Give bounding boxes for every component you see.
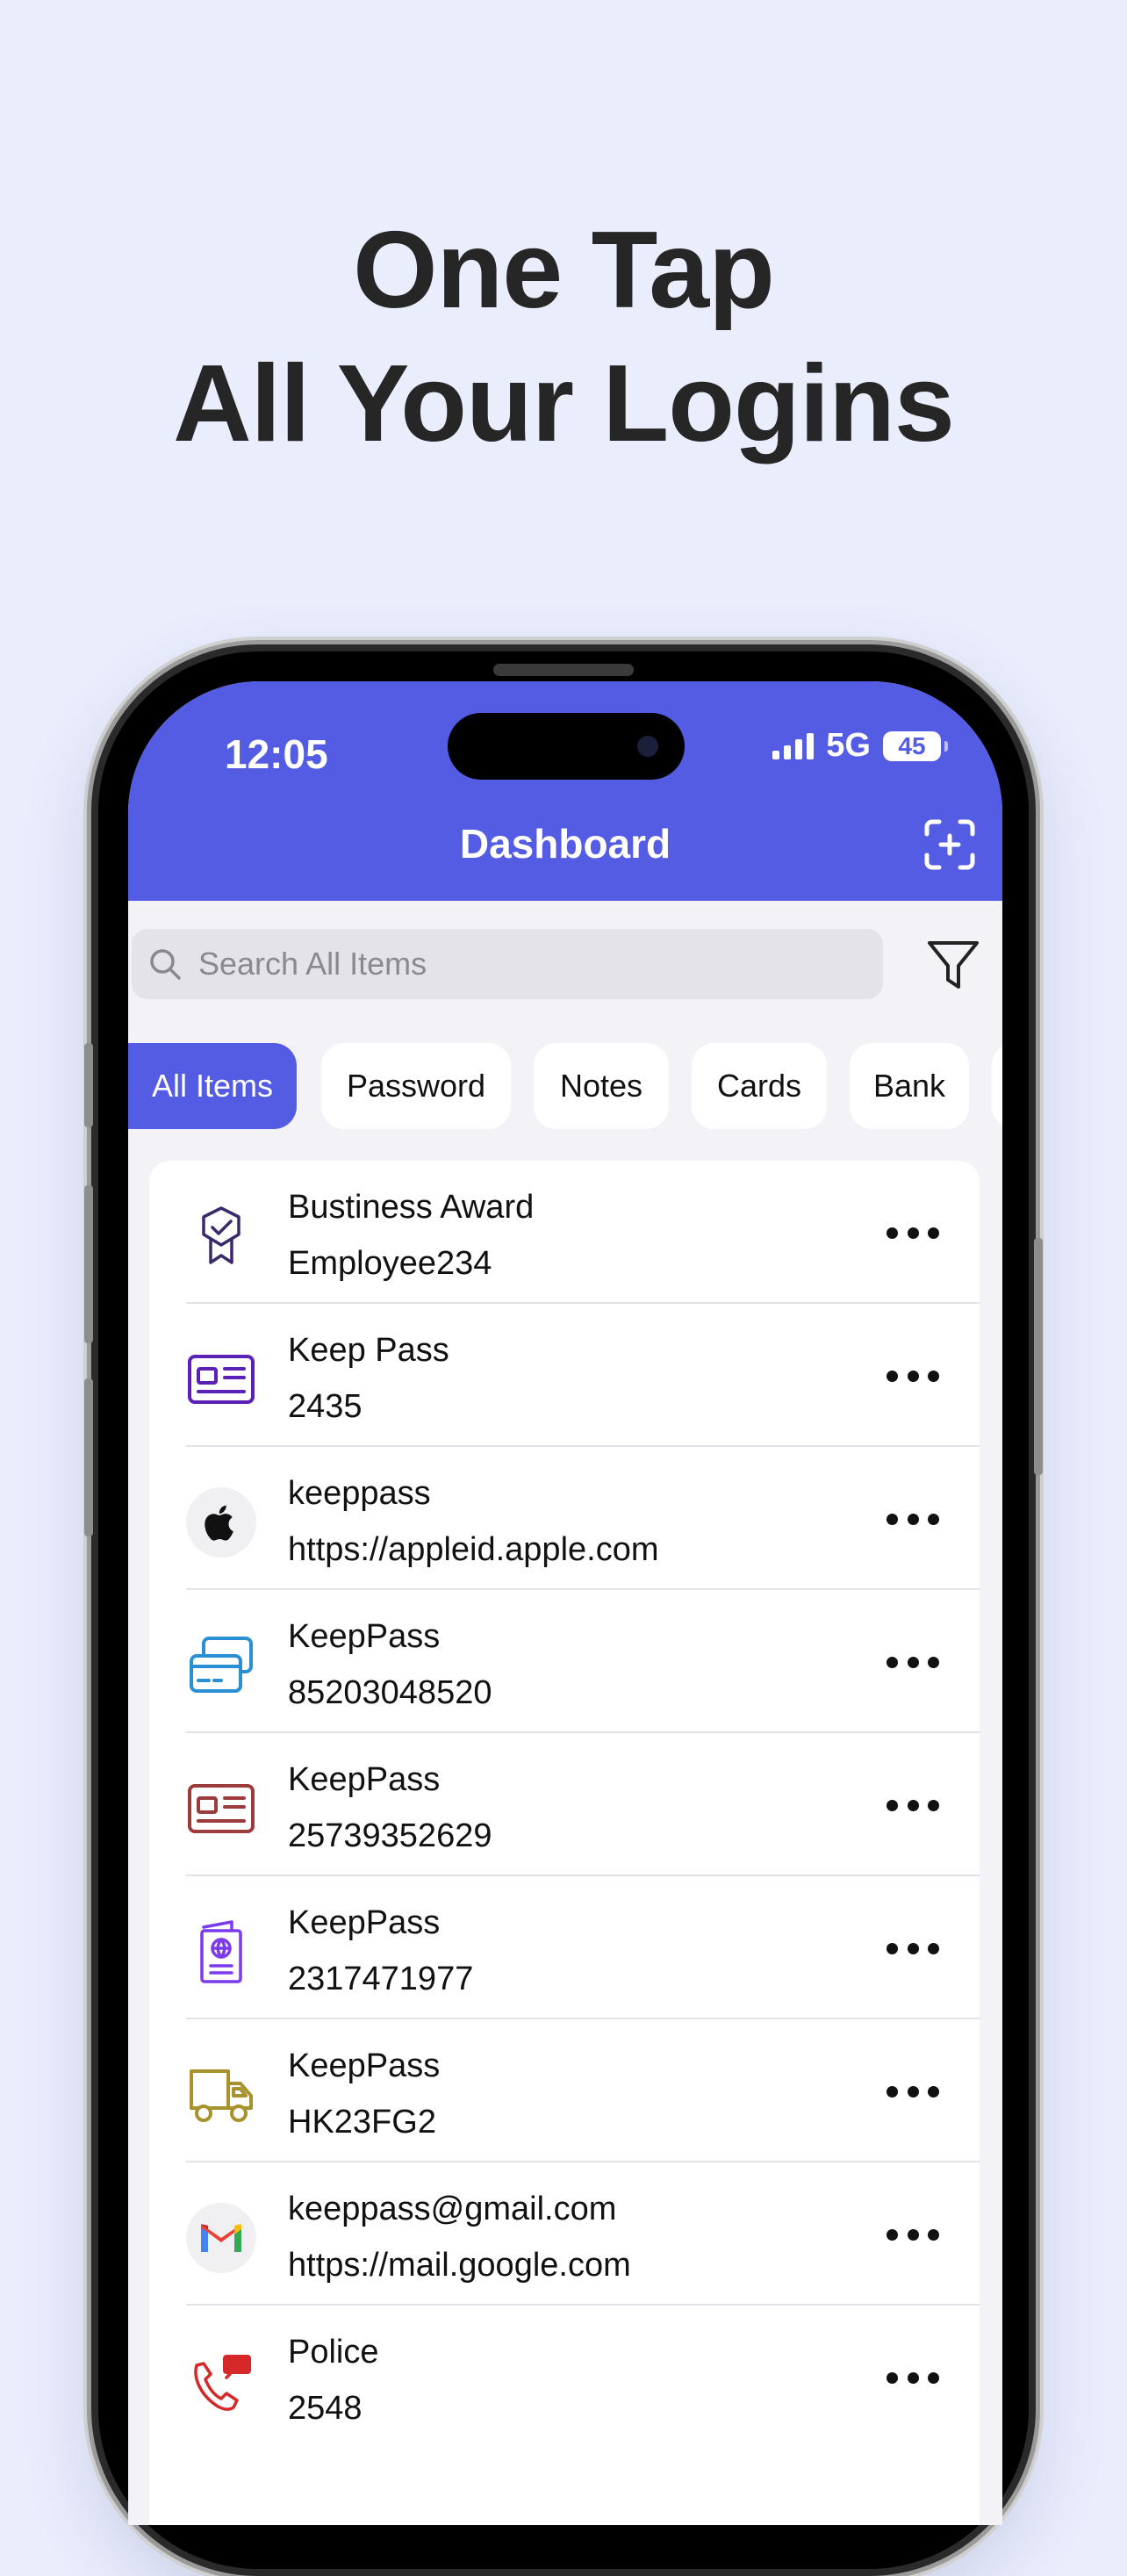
item-subtitle: 2435 [288,1388,363,1425]
search-icon [150,949,181,980]
items-list: Bustiness Award Employee234 Keep Pass 24… [149,1161,980,2525]
list-item[interactable]: KeepPass 2317471977 [149,1876,980,2019]
power-button [1034,1238,1043,1475]
item-subtitle: Employee234 [288,1245,492,1282]
headline-line-1: One Tap [353,210,775,331]
more-options-icon[interactable] [887,1788,939,1823]
more-options-icon[interactable] [887,1501,939,1536]
item-subtitle: 25739352629 [288,1817,492,1854]
status-time: 12:05 [225,731,328,777]
truck-icon [186,2060,256,2130]
filter-button[interactable] [925,936,981,992]
credit-cards-icon [186,1630,256,1701]
more-options-icon[interactable] [887,1215,939,1250]
item-subtitle: HK23FG2 [288,2104,436,2141]
app-header: 12:05 5G 45 Dashboard [128,681,1002,901]
promo-headline: One Tap All Your Logins [0,204,1127,471]
list-item[interactable]: keeppass https://appleid.apple.com [149,1447,980,1590]
list-item[interactable]: Keep Pass 2435 [149,1304,980,1447]
volume-down-button [84,1378,93,1536]
more-options-icon[interactable] [887,1931,939,1966]
award-badge-icon [186,1201,256,1271]
volume-up-button [84,1185,93,1343]
search-bar[interactable] [132,929,883,999]
scan-add-button[interactable] [922,817,978,873]
apple-logo-icon [186,1487,256,1558]
category-chips: All Items Password Notes Cards Bank [128,1043,1002,1129]
item-title: Police [288,2334,379,2371]
id-card-icon [186,1774,256,1844]
page-title: Dashboard [459,821,671,867]
sos-phone-icon [186,2346,256,2416]
item-subtitle: 85203048520 [288,1674,492,1711]
id-card-icon [186,1344,256,1414]
more-options-icon[interactable] [887,1644,939,1680]
chip-cards[interactable]: Cards [692,1043,827,1129]
chip-bank[interactable]: Bank [850,1043,969,1129]
chip-notes[interactable]: Notes [534,1043,669,1129]
item-title: KeepPass [288,1618,441,1655]
chip-all-items[interactable]: All Items [128,1043,297,1129]
list-item[interactable]: keeppass@gmail.com https://mail.google.c… [149,2162,980,2306]
list-item[interactable]: KeepPass 85203048520 [149,1590,980,1733]
item-title: keeppass [288,1475,431,1512]
headline-line-2: All Your Logins [173,343,955,464]
item-subtitle: https://appleid.apple.com [288,1531,659,1568]
list-item[interactable]: KeepPass HK23FG2 [149,2019,980,2162]
item-title: KeepPass [288,1761,441,1798]
item-title: Keep Pass [288,1332,449,1369]
battery-level: 45 [898,731,926,759]
filter-icon [928,941,979,989]
list-item[interactable]: Bustiness Award Employee234 [149,1161,980,1304]
status-indicators: 5G 45 [772,727,948,765]
more-options-icon[interactable] [887,2360,939,2395]
more-options-icon[interactable] [887,1358,939,1393]
item-title: keeppass@gmail.com [288,2191,617,2227]
battery-icon: 45 [883,730,948,761]
item-subtitle: 2317471977 [288,1961,474,1997]
cellular-signal-icon [772,732,815,759]
more-options-icon[interactable] [887,2217,939,2252]
item-subtitle: 2548 [288,2390,363,2427]
passport-icon [186,1917,256,1987]
phone-screen: 12:05 5G 45 Dashboard Search All Items A… [128,681,1002,2525]
item-title: KeepPass [288,2047,441,2084]
chip-password[interactable]: Password [321,1043,511,1129]
list-item[interactable]: Police 2548 [149,2306,980,2449]
item-subtitle: https://mail.google.com [288,2247,631,2284]
dynamic-island [448,713,685,780]
front-camera-icon [637,736,658,757]
chip-more[interactable] [992,1043,1002,1129]
list-item[interactable]: KeepPass 25739352629 [149,1733,980,1876]
action-button [84,1043,93,1127]
item-title: KeepPass [288,1904,441,1941]
scan-add-icon [924,819,975,870]
network-type: 5G [826,727,871,764]
earpiece-speaker [493,664,634,676]
search-input[interactable] [197,945,867,983]
gmail-logo-icon [186,2203,256,2273]
item-title: Bustiness Award [288,1189,535,1226]
more-options-icon[interactable] [887,2074,939,2109]
